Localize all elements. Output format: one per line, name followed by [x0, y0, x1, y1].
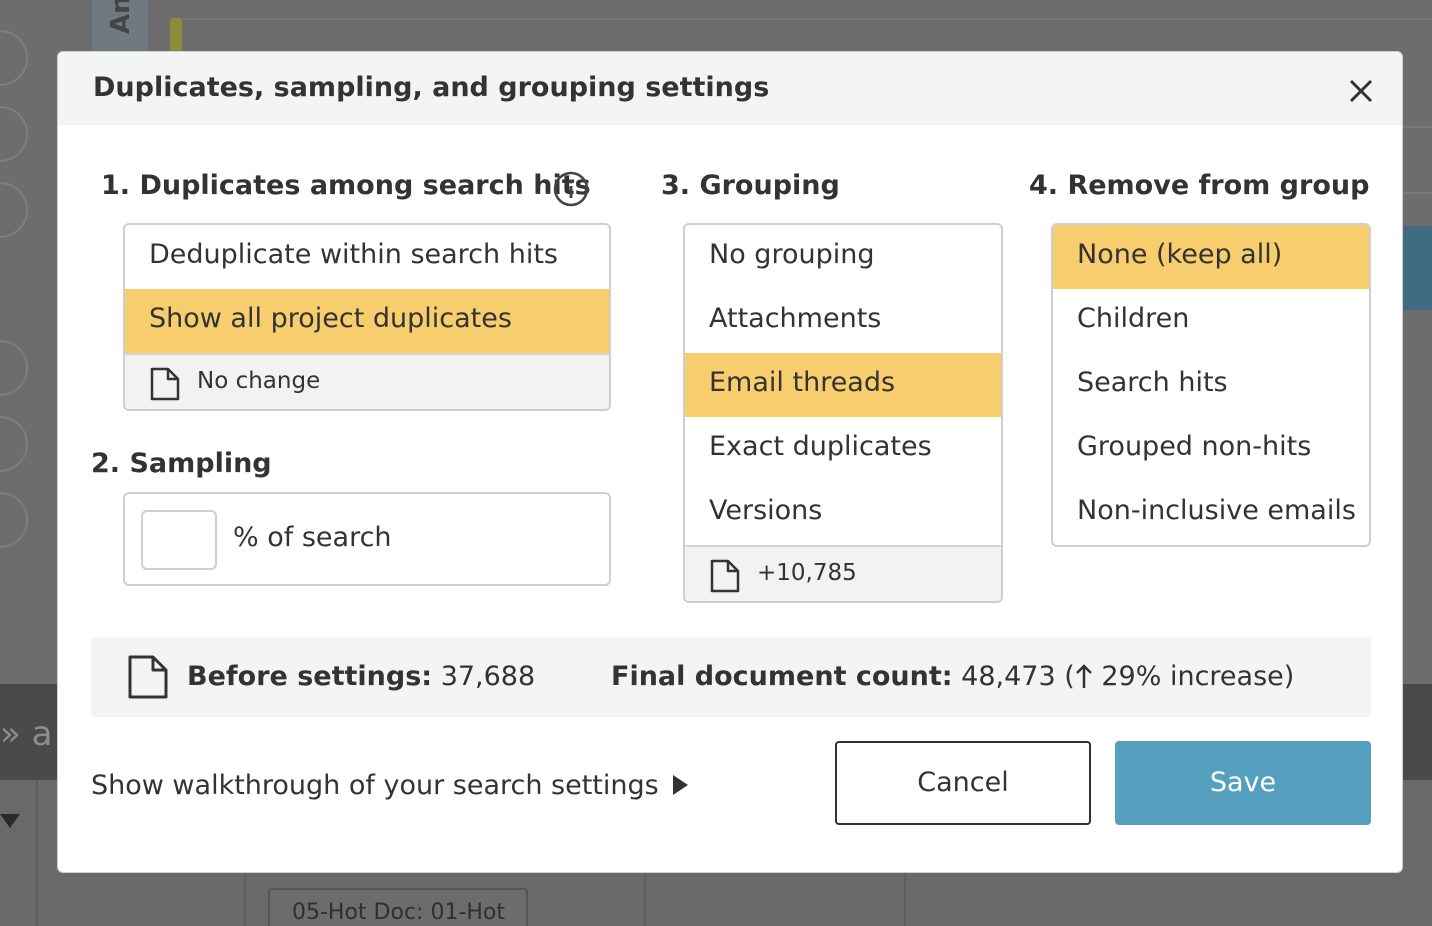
remove-option[interactable]: Grouped non-hits [1053, 417, 1369, 481]
document-icon [710, 559, 740, 593]
walkthrough-label: Show walkthrough of your search settings [91, 770, 659, 801]
document-count-summary: Before settings: 37,688 Final document c… [91, 637, 1371, 717]
before-settings-label: Before settings: [187, 661, 433, 692]
background-circle [0, 416, 28, 472]
play-icon [672, 775, 688, 795]
remove-title: 4. Remove from group [1029, 170, 1370, 201]
grouping-count-footer: +10,785 [685, 545, 1001, 601]
background-button [1400, 226, 1432, 310]
remove-option[interactable]: Non-inclusive emails [1053, 481, 1369, 545]
before-settings-count: Before settings: 37,688 [187, 661, 535, 692]
final-count-label: Final document count: [611, 661, 953, 692]
remove-option[interactable]: Children [1053, 289, 1369, 353]
background-circle [0, 182, 28, 238]
dialog-title: Duplicates, sampling, and grouping setti… [93, 72, 770, 103]
duplicates-option[interactable]: Show all project duplicates [125, 289, 609, 353]
sampling-title: 2. Sampling [91, 448, 272, 479]
grouping-title: 3. Grouping [661, 170, 840, 201]
sampling-box: % of search [123, 492, 611, 586]
change-text: 29% increase [1101, 661, 1284, 692]
info-icon[interactable] [552, 170, 590, 208]
close-button[interactable] [1346, 76, 1376, 106]
remove-option[interactable]: None (keep all) [1053, 225, 1369, 289]
background-accent-bar [170, 18, 182, 54]
grouping-count: +10,785 [757, 560, 857, 586]
background-column-divider [36, 780, 38, 926]
grouping-option[interactable]: Versions [685, 481, 1001, 545]
before-settings-value: 37,688 [440, 661, 536, 692]
sampling-suffix: % of search [233, 522, 392, 553]
background-band-text: » a [0, 714, 53, 754]
background-divider [182, 18, 1432, 20]
grouping-option[interactable]: Attachments [685, 289, 1001, 353]
background-circle [0, 492, 28, 548]
cancel-button[interactable]: Cancel [835, 741, 1091, 825]
duplicates-title: 1. Duplicates among search hits [101, 170, 591, 201]
sampling-percent-input[interactable] [141, 510, 217, 570]
background-circle [0, 340, 28, 396]
final-document-count: Final document count: 48,473 ( 29% incre… [611, 661, 1295, 692]
grouping-option[interactable]: Exact duplicates [685, 417, 1001, 481]
duplicates-option[interactable]: Deduplicate within search hits [125, 225, 609, 289]
background-divider [1402, 192, 1432, 194]
remove-option[interactable]: Search hits [1053, 353, 1369, 417]
document-icon [128, 655, 168, 699]
background-circle [0, 106, 28, 162]
dialog-header: Duplicates, sampling, and grouping setti… [58, 52, 1402, 125]
save-button[interactable]: Save [1115, 741, 1371, 825]
remove-listbox: None (keep all) Children Search hits Gro… [1051, 223, 1371, 547]
duplicates-listbox: Deduplicate within search hits Show all … [123, 223, 611, 411]
final-count-value: 48,473 [961, 661, 1056, 692]
close-icon [1349, 79, 1373, 103]
grouping-option[interactable]: No grouping [685, 225, 1001, 289]
background-tab-label: An [106, 0, 136, 34]
background-circle [0, 30, 28, 86]
arrow-up-icon [1075, 664, 1092, 688]
settings-dialog: Duplicates, sampling, and grouping setti… [57, 51, 1403, 873]
background-arrow-icon [0, 814, 20, 828]
walkthrough-link[interactable]: Show walkthrough of your search settings [91, 770, 688, 801]
background-tag: 05-Hot Doc: 01-Hot [268, 888, 528, 926]
duplicates-count: No change [197, 368, 321, 394]
grouping-listbox: No grouping Attachments Email threads Ex… [683, 223, 1003, 603]
duplicates-count-footer: No change [125, 353, 609, 409]
grouping-option[interactable]: Email threads [685, 353, 1001, 417]
document-icon [150, 367, 180, 401]
background-divider [1402, 126, 1432, 128]
